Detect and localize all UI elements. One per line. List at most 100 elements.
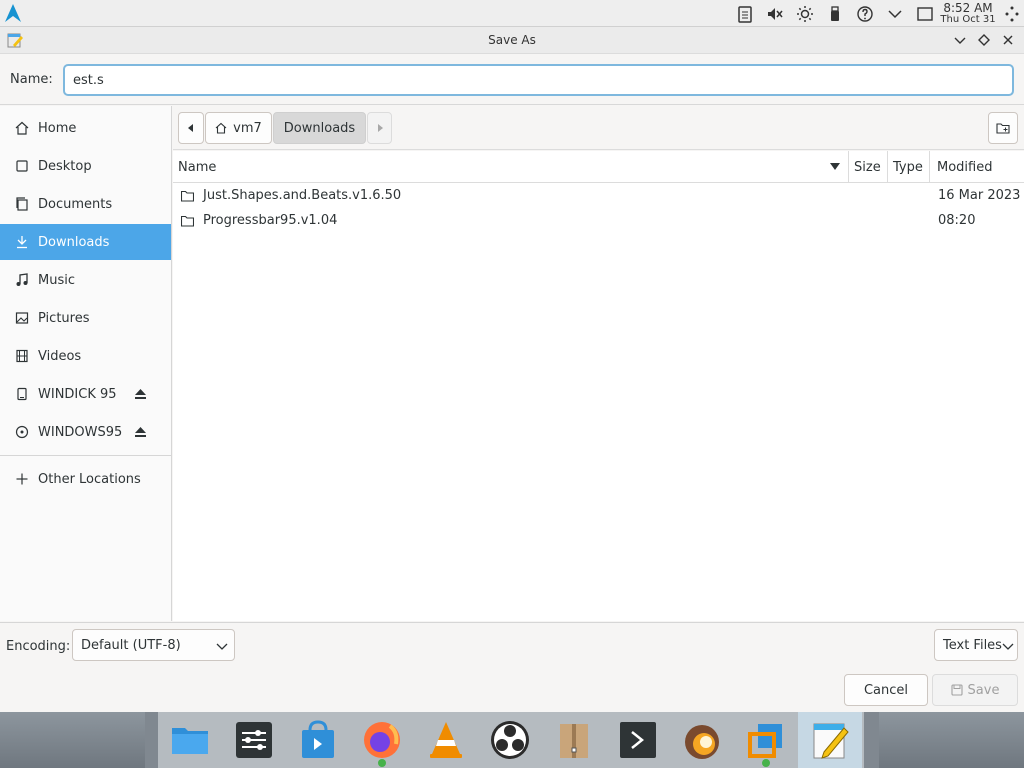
volume-muted-icon[interactable] (760, 0, 790, 27)
window-icon[interactable] (910, 0, 940, 27)
column-header-name[interactable]: Name (173, 151, 849, 183)
store-icon (302, 720, 334, 758)
close-icon (1003, 35, 1013, 45)
encoding-label: Encoding: (6, 639, 71, 654)
name-row: Name: (0, 55, 1024, 105)
file-name: Progressbar95.v1.04 (203, 213, 338, 228)
dialog-titlebar[interactable]: Save As (0, 27, 1024, 54)
sidebar-item-other-locations[interactable]: Other Locations (0, 461, 171, 497)
dock-virtualbox[interactable] (734, 712, 798, 768)
sort-descending-icon (830, 163, 840, 170)
top-panel: 8:52 AM Thu Oct 31 (0, 0, 1024, 27)
terminal-icon (620, 722, 656, 758)
folder-icon (181, 215, 194, 227)
sidebar-item-label: Videos (38, 348, 82, 364)
sidebar-item-desktop[interactable]: Desktop (0, 148, 171, 184)
close-button[interactable] (996, 30, 1020, 50)
cancel-label: Cancel (863, 682, 909, 698)
sidebar-separator (0, 455, 171, 456)
eject-icon[interactable] (134, 426, 147, 438)
eject-icon[interactable] (134, 388, 147, 400)
dock-settings[interactable] (222, 712, 286, 768)
sidebar-item-label: Downloads (38, 234, 110, 250)
clipboard-icon[interactable] (730, 0, 760, 27)
more-icon[interactable] (1000, 0, 1024, 27)
dock-text-editor[interactable] (798, 712, 862, 768)
sidebar-item-downloads[interactable]: Downloads (0, 224, 171, 260)
downloads-icon (15, 235, 29, 249)
clock[interactable]: 8:52 AM Thu Oct 31 (940, 0, 996, 25)
maximize-button[interactable] (972, 30, 996, 50)
desktop-icon (15, 159, 29, 173)
sidebar-item-label: Music (38, 272, 75, 288)
dock-store[interactable] (286, 712, 350, 768)
home-icon (215, 122, 227, 134)
column-header-size[interactable]: Size (849, 151, 888, 183)
sidebar-item-windick-95[interactable]: WINDICK 95 (0, 376, 171, 412)
file-filter-dropdown[interactable]: Text Files (934, 629, 1018, 661)
save-button[interactable]: Save (932, 674, 1018, 706)
sidebar-item-documents[interactable]: Documents (0, 186, 171, 222)
dock-firefox[interactable] (350, 712, 414, 768)
path-segment-downloads[interactable]: Downloads (273, 112, 366, 144)
filename-input[interactable] (63, 64, 1014, 96)
column-label: Size (854, 159, 881, 175)
help-icon[interactable] (850, 0, 880, 27)
dock-terminal[interactable] (606, 712, 670, 768)
usb-drive-icon[interactable] (820, 0, 850, 27)
system-tray: 8:52 AM Thu Oct 31 (730, 0, 1024, 27)
dock-pidgin[interactable] (670, 712, 734, 768)
sidebar-item-pictures[interactable]: Pictures (0, 300, 171, 336)
drive-icon (15, 387, 29, 401)
new-folder-button[interactable] (988, 112, 1018, 144)
column-label: Modified (937, 159, 993, 175)
sidebar-item-windows95[interactable]: WINDOWS95 (0, 414, 171, 450)
taskbar (0, 712, 1024, 768)
sidebar-item-label: WINDICK 95 (38, 386, 117, 402)
sidebar-item-home[interactable]: Home (0, 110, 171, 146)
dock (158, 712, 864, 768)
column-label: Name (178, 159, 217, 175)
path-back-button[interactable] (178, 112, 204, 144)
folder-icon (181, 190, 194, 202)
file-row[interactable]: Just.Shapes.and.Beats.v1.6.50 16 Mar 202… (173, 184, 1024, 209)
path-segment-label: vm7 (233, 120, 262, 136)
add-badge (378, 759, 386, 767)
chevron-down-icon (1002, 643, 1014, 650)
cancel-button[interactable]: Cancel (844, 674, 928, 706)
window-controls (948, 30, 1020, 50)
wallpaper (0, 712, 145, 768)
sidebar-item-videos[interactable]: Videos (0, 338, 171, 374)
save-icon (950, 684, 963, 696)
dock-obs[interactable] (478, 712, 542, 768)
column-header-modified[interactable]: Modified (930, 151, 1024, 183)
sidebar-item-label: Home (38, 120, 77, 136)
file-list[interactable]: Name Size Type Modified Just.Shapes.and.… (173, 151, 1024, 621)
disc-icon (15, 425, 29, 439)
dialog-bottom-bar: Encoding: Default (UTF-8) Text Files Can… (0, 622, 1024, 712)
file-row[interactable]: Progressbar95.v1.04 08:20 (173, 209, 1024, 234)
column-label: Type (893, 159, 923, 175)
column-header-type[interactable]: Type (888, 151, 930, 183)
name-label: Name: (10, 72, 53, 87)
settings-icon (236, 722, 272, 758)
dock-archive[interactable] (542, 712, 606, 768)
encoding-dropdown[interactable]: Default (UTF-8) (72, 629, 235, 661)
add-badge (762, 759, 770, 767)
dock-vlc[interactable] (414, 712, 478, 768)
minimize-button[interactable] (948, 30, 972, 50)
path-segment-home[interactable]: vm7 (205, 112, 272, 144)
sidebar-item-music[interactable]: Music (0, 262, 171, 298)
chevron-down-icon[interactable] (880, 0, 910, 27)
arch-logo-icon[interactable] (3, 3, 23, 23)
file-filter-value: Text Files (943, 637, 1002, 653)
clock-time: 8:52 AM (943, 0, 993, 15)
path-forward-button[interactable] (367, 112, 392, 144)
chevron-down-icon (954, 37, 966, 44)
diamond-icon (978, 34, 990, 46)
file-modified: 08:20 (938, 213, 976, 228)
archive-icon (560, 724, 588, 758)
dock-file-manager[interactable] (158, 712, 222, 768)
vlc-icon (430, 722, 462, 758)
brightness-icon[interactable] (790, 0, 820, 27)
